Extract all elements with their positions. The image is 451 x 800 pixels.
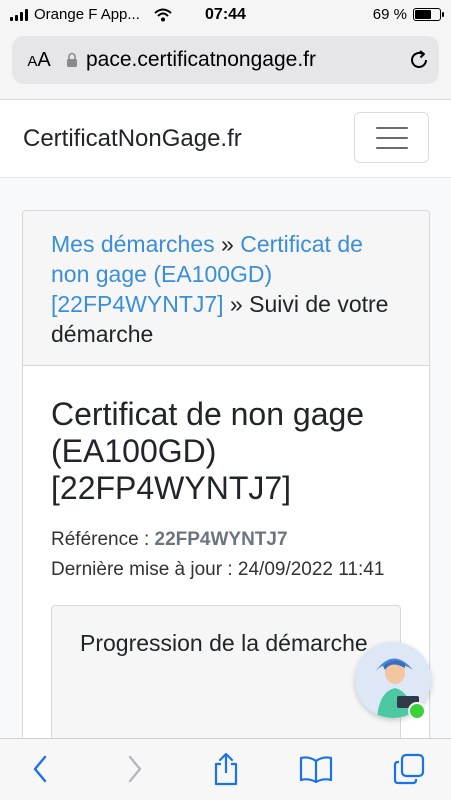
share-icon <box>214 752 238 786</box>
chevron-left-icon <box>33 755 47 783</box>
hamburger-icon <box>375 126 408 129</box>
forward-button[interactable] <box>115 751 155 787</box>
url-text[interactable]: pace.certificatnongage.fr <box>86 48 399 72</box>
breadcrumb-mes-demarches[interactable]: Mes démarches <box>51 231 215 257</box>
updated-label: Dernière mise à jour : <box>51 559 238 580</box>
updated-line: Dernière mise à jour : 24/09/2022 11:41 <box>51 555 401 585</box>
battery-icon <box>413 8 444 21</box>
back-button[interactable] <box>20 751 60 787</box>
hamburger-line <box>375 146 408 149</box>
browser-address-area: AA pace.certificatnongage.fr <box>0 30 451 100</box>
battery-percent: 69 % <box>372 6 407 23</box>
share-button[interactable] <box>206 751 246 787</box>
reference-line: Référence : 22FP4WYNTJ7 <box>51 525 401 555</box>
status-bar: Orange F App... 07:44 69 % <box>0 0 451 30</box>
browser-toolbar <box>0 738 451 800</box>
tabs-icon <box>393 753 425 785</box>
page-title: Certificat de non gage (EA100GD) [22FP4W… <box>51 396 365 506</box>
site-navbar: CertificatNonGage.fr <box>0 100 451 178</box>
reference-value: 22FP4WYNTJ7 <box>154 529 288 550</box>
tabs-button[interactable] <box>389 751 429 787</box>
breadcrumb-separator: » <box>223 291 250 317</box>
progress-title: Progression de la démarche <box>80 630 368 656</box>
site-brand[interactable]: CertificatNonGage.fr <box>23 125 242 153</box>
reference-label: Référence : <box>51 529 155 550</box>
battery-level <box>415 10 431 19</box>
breadcrumb: Mes démarches » Certificat de non gage (… <box>23 211 429 366</box>
online-status-dot <box>408 702 426 720</box>
reload-icon <box>411 50 427 68</box>
reader-settings-button[interactable]: AA <box>12 49 66 72</box>
address-bar[interactable]: AA pace.certificatnongage.fr <box>12 36 439 84</box>
chevron-right-icon <box>128 755 142 783</box>
aa-small: A <box>27 52 38 70</box>
reload-button[interactable] <box>399 49 439 71</box>
updated-value: 24/09/2022 11:41 <box>237 559 385 580</box>
bookmarks-button[interactable] <box>296 751 336 787</box>
aa-large: A <box>37 48 51 71</box>
hamburger-line <box>375 136 408 139</box>
book-icon <box>299 756 333 783</box>
lock-icon <box>67 52 77 67</box>
menu-toggle-button[interactable] <box>354 112 429 163</box>
status-right: 69 % <box>372 6 444 23</box>
breadcrumb-separator: » <box>214 231 241 257</box>
